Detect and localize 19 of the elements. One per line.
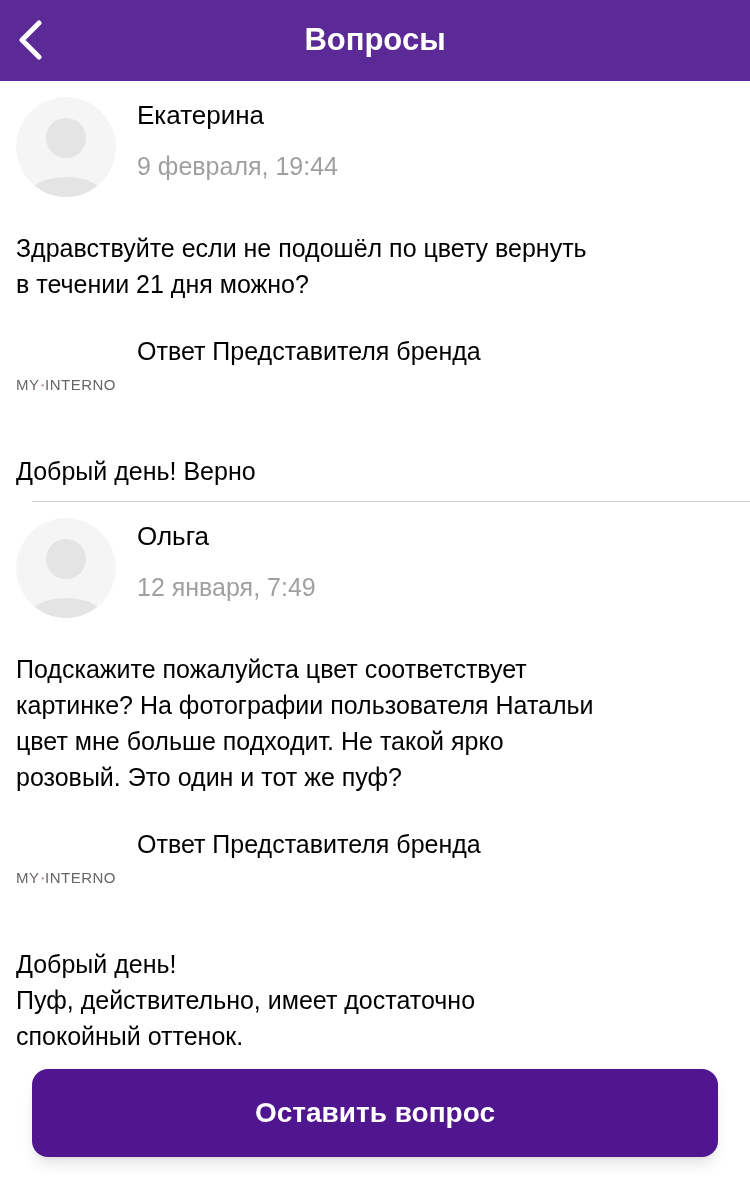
question-text: Подскажите пожалуйста цвет соответствует картинке? На фотографии пользователя Натальи цвет мне больше подходит. Не такой ярко розовый. Это один и тот же пуф? bbox=[15, 654, 595, 793]
question-text: Здравствуйте если не подошёл по цвету вернуть в течении 21 дня можно? bbox=[15, 233, 588, 300]
logo-text: INTERNO bbox=[45, 867, 116, 888]
author-name: Ольга bbox=[137, 520, 211, 552]
answer-text: Добрый день! Верно bbox=[16, 456, 256, 487]
ask-question-button[interactable]: Оставить вопрос bbox=[32, 1069, 718, 1157]
question-date: 9 февраля, 19:44 bbox=[137, 151, 338, 182]
back-icon bbox=[17, 20, 43, 60]
answer-text: Добрый день! Пуф, действительно, имеет достаточно спокойный оттенок. bbox=[16, 949, 476, 1052]
answer-label: Ответ Представителя бренда bbox=[137, 336, 481, 367]
question-date: 12 января, 7:49 bbox=[137, 572, 316, 603]
avatar-icon bbox=[16, 518, 116, 618]
logo-text: MY bbox=[16, 374, 40, 395]
author-name: Екатерина bbox=[137, 99, 266, 131]
avatar-icon bbox=[16, 97, 116, 197]
screen-title: Вопросы bbox=[304, 21, 446, 60]
answer-label: Ответ Представителя бренда bbox=[137, 829, 481, 860]
logo-text: MY bbox=[16, 867, 40, 888]
logo-text: INTERNO bbox=[45, 374, 116, 395]
